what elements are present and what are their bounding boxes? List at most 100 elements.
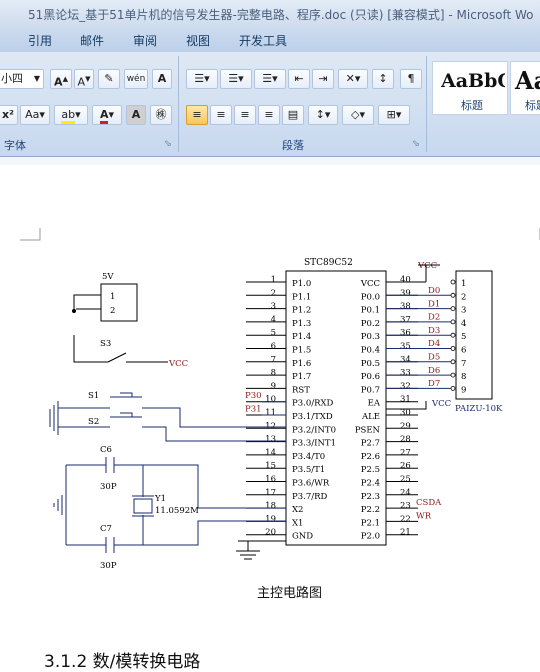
char-shading-icon[interactable]: A (126, 105, 146, 125)
justify-icon[interactable]: ≡ (258, 105, 280, 125)
borders-icon[interactable]: ⊞▾ (378, 105, 410, 125)
style-name: 标题 (461, 99, 483, 112)
show-marks-icon[interactable]: ¶ (400, 69, 422, 89)
connector-pin-number: 7 (461, 359, 466, 369)
pin-name: VCC (360, 279, 380, 289)
shading-icon[interactable]: ◇▾ (342, 105, 374, 125)
pin-number: 25 (400, 475, 411, 485)
connector-pin-number: 5 (461, 332, 466, 342)
switch-label: S1 (88, 391, 99, 401)
title-bar: 51黑论坛_基于51单片机的信号发生器-完整电路、程序.doc (只读) [兼容… (0, 0, 540, 27)
power-pin: 2 (110, 306, 115, 316)
pin-number: 31 (400, 395, 411, 405)
power-label: 5V (102, 272, 114, 282)
pin-name: P2.4 (361, 479, 380, 489)
center-icon[interactable]: ≡ (210, 105, 232, 125)
net-label: D0 (428, 286, 440, 296)
bullets-icon[interactable]: ☰▾ (186, 69, 218, 89)
ribbon-separator (0, 157, 540, 165)
connector-pin-dot (450, 319, 456, 325)
pin-name: P2.7 (361, 439, 380, 449)
page-corner-mark (20, 228, 41, 241)
font-color-icon[interactable]: A▾ (92, 105, 122, 125)
capacitor-label: C7 (100, 524, 112, 534)
pin-name: P1.1 (292, 292, 311, 302)
net-label: D2 (428, 313, 440, 323)
connector-pin-number: 2 (461, 292, 466, 302)
dialog-launcher-icon[interactable]: ⬂ (164, 139, 172, 149)
ribbon-tab-bar: 引用 邮件 审阅 视图 开发工具 (0, 27, 540, 53)
align-right-icon[interactable]: ≡ (234, 105, 256, 125)
connector-pin-dot (450, 359, 456, 365)
enclose-char-icon[interactable]: ㊑ (150, 105, 172, 125)
net-label: D1 (428, 299, 440, 309)
capacitor-value: 30P (100, 482, 117, 492)
switch-label: S3 (100, 339, 111, 349)
paragraph-group: ☰▾ ☰▾ ☰▾ ⇤ ⇥ ✕▾ ↕ ¶ ≡ ≡ ≡ ≡ ▤ ↕▾ ◇▾ ⊞▾ 段… (180, 56, 427, 152)
junction-dot (72, 309, 76, 313)
style-heading-1[interactable]: AaBbC 标题 (432, 61, 508, 115)
numbering-icon[interactable]: ☰▾ (220, 69, 252, 89)
highlight-icon[interactable]: ab▾ (54, 105, 88, 125)
pin-number: 4 (271, 315, 276, 325)
decrease-indent-icon[interactable]: ⇤ (288, 69, 310, 89)
chinese-layout-icon[interactable]: ✕▾ (338, 69, 368, 89)
window-title: 51黑论坛_基于51单片机的信号发生器-完整电路、程序.doc (只读) [兼容… (28, 8, 534, 22)
clear-format-icon[interactable]: ✎ (98, 69, 120, 89)
connector-pin-number: 9 (461, 385, 466, 395)
pin-number: 34 (400, 355, 411, 365)
pin-number: 8 (271, 368, 276, 378)
tab-developer[interactable]: 开发工具 (239, 32, 287, 49)
document-page: STC89C52 1 2 3 4 5 6 7 8 9 10 11 12 13 1… (0, 165, 540, 672)
pin-number: 26 (400, 461, 411, 471)
net-label: P31 (245, 404, 262, 414)
capacitor-icon (105, 457, 115, 473)
pin-number: 10 (265, 395, 276, 405)
pin-number: 13 (265, 435, 276, 445)
distributed-icon[interactable]: ▤ (282, 105, 304, 125)
connector-pin-dot (450, 372, 456, 378)
line-spacing-icon[interactable]: ↕▾ (308, 105, 338, 125)
pin-number: 24 (400, 488, 411, 498)
tab-review[interactable]: 审阅 (133, 32, 157, 49)
char-border-icon[interactable]: A (152, 69, 172, 89)
net-label: WR (416, 511, 432, 521)
grow-font-icon[interactable]: A▲ (50, 69, 72, 89)
crystal-label: Y1 (154, 494, 166, 504)
pin-name: X2 (292, 505, 303, 515)
phonetic-guide-icon[interactable]: wén (124, 69, 148, 89)
style-heading-2[interactable]: Aa 标题 (510, 61, 540, 115)
pin-number: 16 (265, 475, 276, 485)
font-size-select[interactable]: 小四 ▼ (0, 69, 44, 89)
pin-number: 14 (265, 448, 276, 458)
pin-number: 18 (265, 501, 276, 511)
sort-icon[interactable]: ↕ (372, 69, 394, 89)
pin-name: P3.0/RXD (292, 399, 334, 409)
pin-name: P0.5 (361, 359, 380, 369)
style-sample: Aa (515, 66, 540, 95)
align-left-icon[interactable]: ≡ (186, 105, 208, 125)
tab-references[interactable]: 引用 (28, 32, 52, 49)
tab-view[interactable]: 视图 (186, 32, 210, 49)
pin-name: P2.2 (361, 505, 380, 515)
connector-pin-dot (450, 279, 456, 285)
tab-mailings[interactable]: 邮件 (80, 32, 104, 49)
shrink-font-icon[interactable]: A▼ (74, 69, 94, 89)
pin-number: 23 (400, 501, 411, 511)
increase-indent-icon[interactable]: ⇥ (312, 69, 334, 89)
subscript-icon[interactable]: x² (0, 105, 18, 125)
connector-pin-dot (450, 332, 456, 338)
net-label: D4 (428, 339, 440, 349)
pin-name: X1 (292, 518, 303, 528)
s3-switch-icon (107, 352, 168, 363)
change-case-icon[interactable]: Aa▾ (20, 105, 50, 125)
pin-name: P2.6 (361, 452, 380, 462)
dialog-launcher-icon[interactable]: ⬂ (412, 139, 420, 149)
pin-name: P1.5 (292, 346, 311, 356)
power-connector-body (100, 283, 138, 322)
pin-number: 28 (400, 435, 411, 445)
multilevel-list-icon[interactable]: ☰▾ (254, 69, 286, 89)
connector-pin-number: 6 (461, 346, 466, 356)
pin-name: ALE (361, 412, 380, 422)
connector-pin-dot (450, 292, 456, 298)
